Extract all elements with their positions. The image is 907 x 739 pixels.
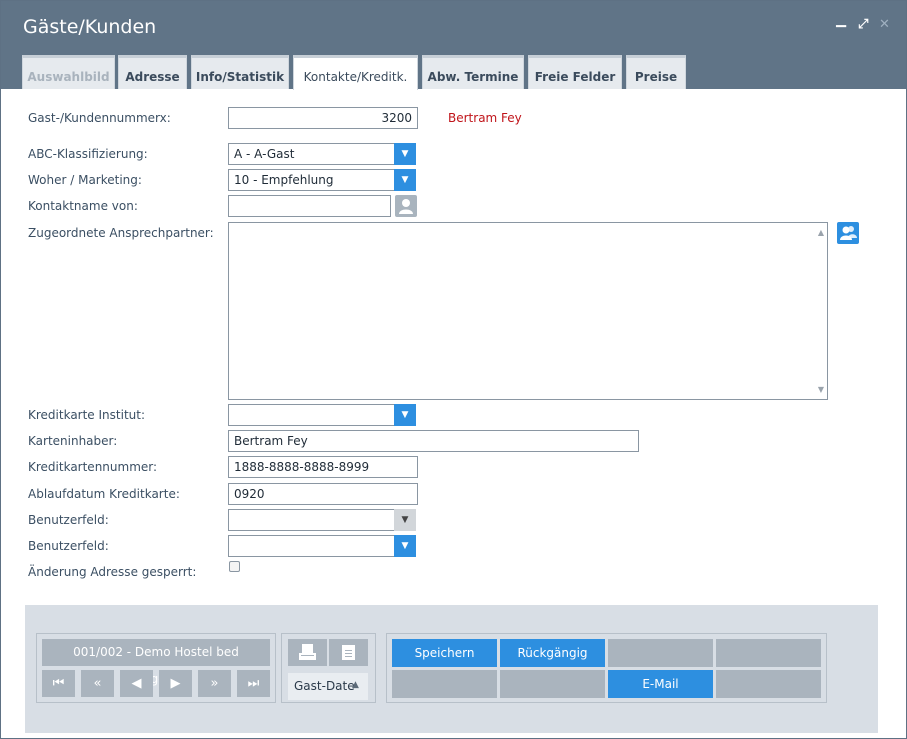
card-expiry-field[interactable]: 0920	[228, 483, 418, 505]
email-button[interactable]: E-Mail	[608, 670, 713, 698]
record-selector[interactable]: 001/002 - Demo Hostel bed categories	[42, 639, 270, 686]
tab-kontakte-kreditk[interactable]: Kontakte/Kreditk.	[293, 55, 418, 90]
window-title: Gäste/Kunden	[23, 16, 157, 38]
card-holder-label: Karteninhaber:	[28, 434, 118, 448]
user-field-1-label: Benutzerfeld:	[28, 513, 109, 527]
marketing-label: Woher / Marketing:	[28, 173, 142, 187]
empty-action-button	[716, 670, 821, 698]
chevron-down-icon[interactable]: ▼	[394, 169, 416, 191]
scroll-down-icon[interactable]: ▼	[818, 385, 824, 394]
address-locked-label: Änderung Adresse gesperrt:	[28, 565, 197, 579]
minimize-icon[interactable]: ▁	[836, 13, 846, 28]
customer-number-label: Gast-/Kundennummerx:	[28, 111, 171, 125]
empty-action-button	[608, 639, 713, 667]
document-icon[interactable]	[329, 639, 368, 666]
save-button[interactable]: Speichern	[392, 639, 497, 667]
guest-name: Bertram Fey	[448, 111, 522, 125]
card-number-field[interactable]: 1888-8888-8888-8999	[228, 456, 418, 478]
empty-action-button	[392, 670, 497, 698]
scroll-up-icon[interactable]: ▲	[818, 228, 824, 237]
next-record-icon[interactable]: ▶	[159, 670, 192, 697]
tab-info-statistik[interactable]: Info/Statistik	[191, 55, 289, 89]
previous-record-icon[interactable]: ◀	[120, 670, 153, 697]
undo-button[interactable]: Rückgängig	[500, 639, 605, 667]
close-icon[interactable]: ✕	[879, 17, 890, 32]
marketing-select[interactable]: 10 - Empfehlung ▼	[228, 169, 416, 191]
tab-freie-felder[interactable]: Freie Felder	[528, 55, 622, 89]
chevron-down-icon[interactable]: ▼	[394, 509, 416, 531]
chevron-down-icon[interactable]: ▼	[394, 535, 416, 557]
print-icon[interactable]	[288, 639, 327, 666]
contacts-label: Zugeordnete Ansprechpartner:	[28, 226, 214, 240]
next-page-icon[interactable]: »	[198, 670, 231, 697]
guest-customer-window: Gäste/Kunden ▁ ⤢ ✕ Auswahlbild Adresse I…	[0, 0, 907, 739]
document-glyph	[342, 645, 355, 660]
empty-action-button	[500, 670, 605, 698]
abc-value: A - A-Gast	[234, 147, 295, 161]
last-record-icon[interactable]: ⏭	[237, 670, 270, 697]
tab-abw-termine[interactable]: Abw. Termine	[422, 55, 524, 89]
chevron-down-icon[interactable]: ▼	[394, 143, 416, 165]
sort-up-icon[interactable]: ▲	[352, 680, 359, 690]
user-field-2-select[interactable]: ▼	[228, 535, 416, 557]
contact-picker-icon[interactable]	[395, 195, 417, 217]
card-institute-select[interactable]: ▼	[228, 404, 416, 426]
card-number-label: Kreditkartennummer:	[28, 460, 158, 474]
contact-name-label: Kontaktname von:	[28, 199, 138, 213]
add-contact-person-icon[interactable]	[837, 222, 859, 244]
tab-auswahlbild[interactable]: Auswahlbild	[22, 55, 115, 89]
abc-label: ABC-Klassifizierung:	[28, 147, 148, 161]
marketing-value: 10 - Empfehlung	[234, 173, 334, 187]
contacts-textarea[interactable]: ▲ ▼	[228, 222, 828, 400]
maximize-icon[interactable]: ⤢	[858, 17, 868, 32]
card-expiry-label: Ablaufdatum Kreditkarte:	[28, 487, 180, 501]
tab-preise[interactable]: Preise	[626, 55, 686, 89]
address-locked-checkbox[interactable]	[229, 561, 240, 572]
previous-page-icon[interactable]: «	[81, 670, 114, 697]
chevron-down-icon[interactable]: ▼	[394, 404, 416, 426]
first-record-icon[interactable]: ⏮	[42, 670, 75, 697]
customer-number-field[interactable]: 3200	[228, 107, 418, 129]
card-holder-field[interactable]: Bertram Fey	[228, 430, 639, 452]
abc-select[interactable]: A - A-Gast ▼	[228, 143, 416, 165]
contact-name-field[interactable]	[228, 195, 391, 217]
card-institute-label: Kreditkarte Institut:	[28, 408, 145, 422]
user-field-1-select[interactable]: ▼	[228, 509, 416, 531]
tab-adresse[interactable]: Adresse	[118, 55, 187, 89]
empty-action-button	[716, 639, 821, 667]
user-field-2-label: Benutzerfeld:	[28, 539, 109, 553]
